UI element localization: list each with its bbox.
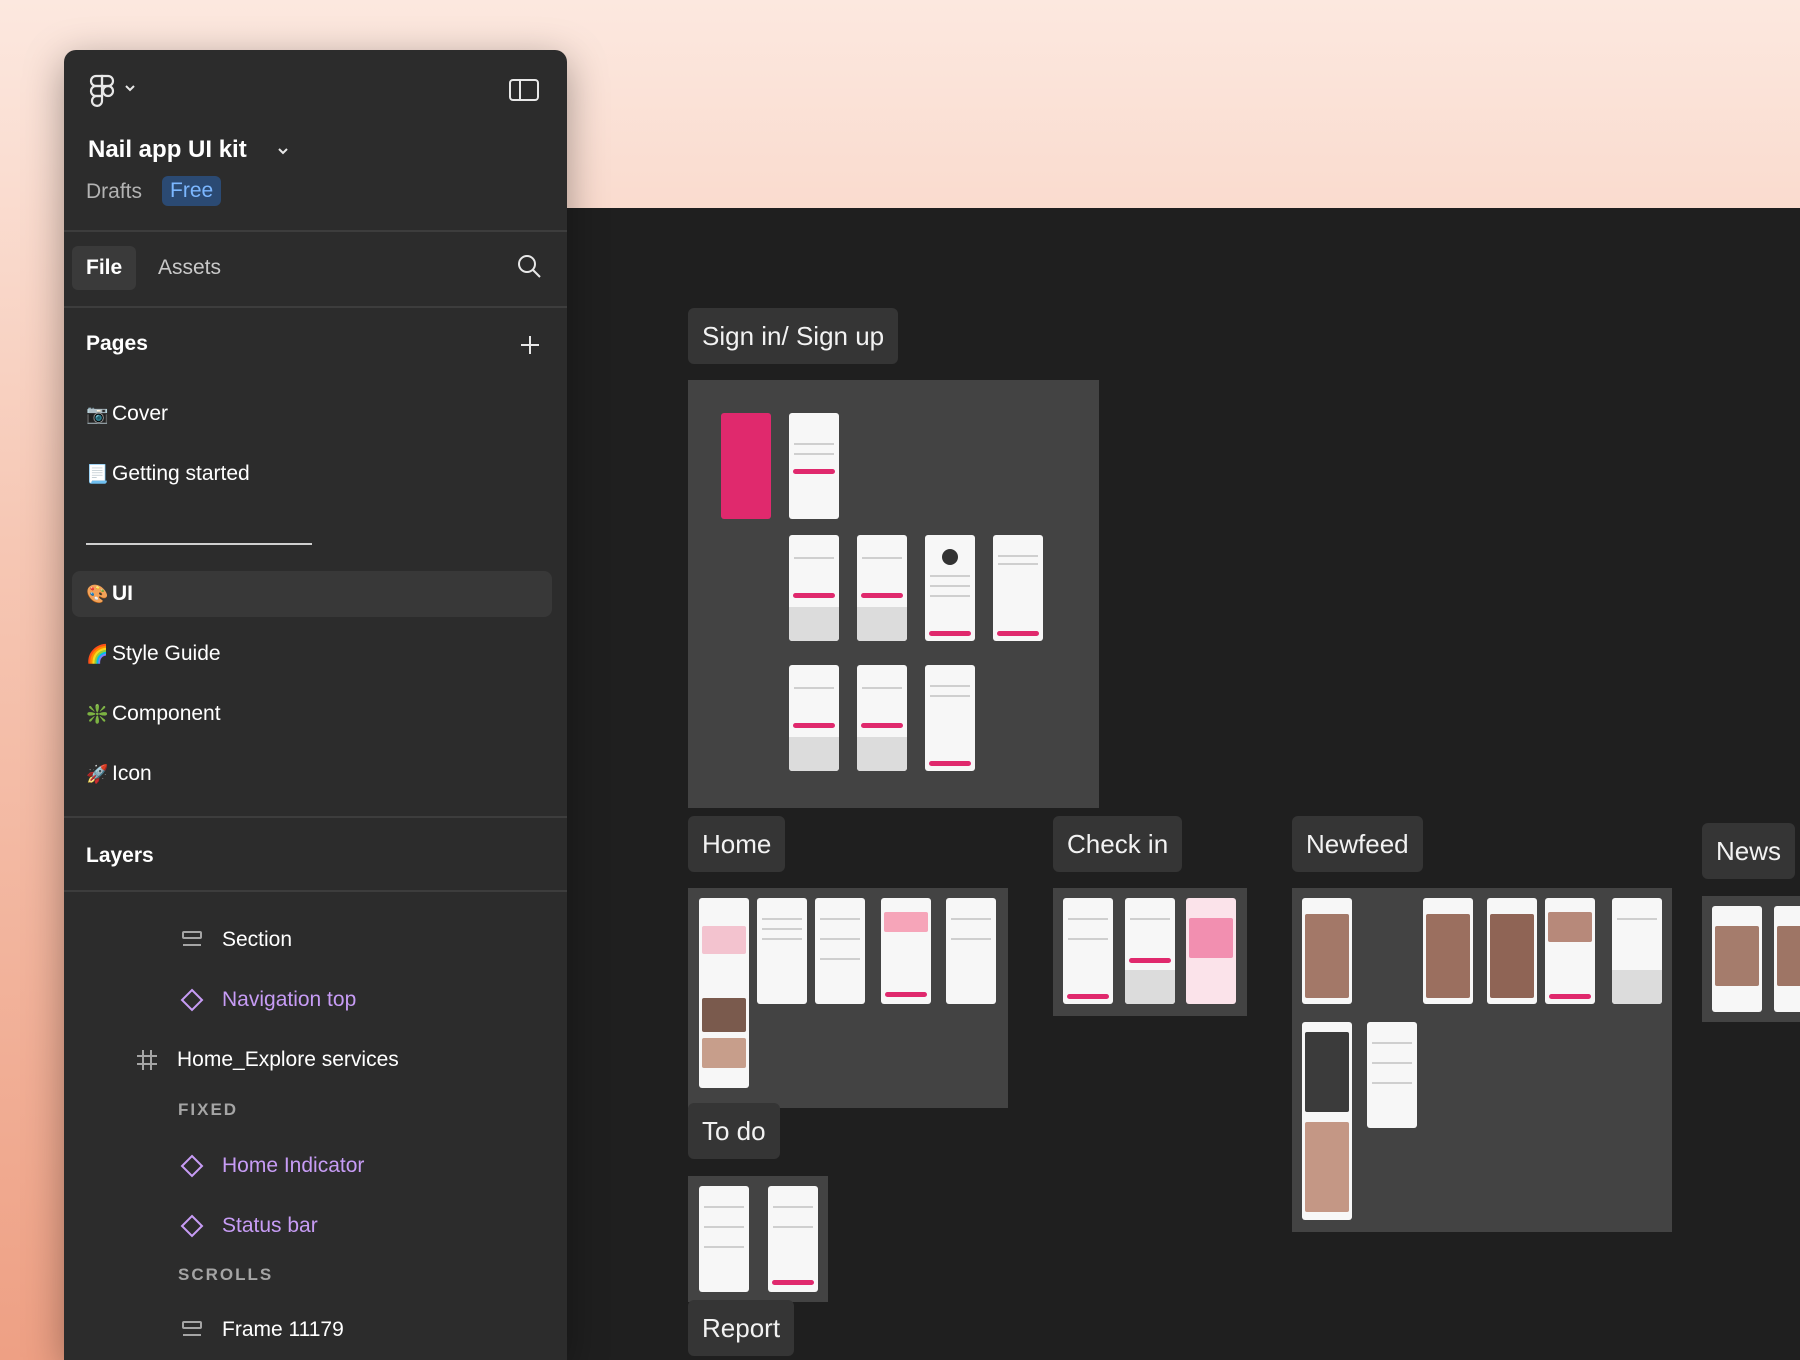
frame-icon — [137, 1050, 157, 1070]
phone-screen[interactable] — [1545, 898, 1595, 1004]
phone-screen[interactable] — [1612, 898, 1662, 1004]
rainbow-icon: 🌈 — [86, 644, 109, 664]
palette-icon: 🎨 — [86, 584, 109, 604]
phone-screen[interactable] — [757, 898, 807, 1004]
layer-group-caption-scrolls: SCROLLS — [178, 1265, 274, 1284]
phone-screen[interactable] — [1125, 898, 1175, 1004]
phone-splash[interactable] — [721, 413, 771, 519]
page-label: Getting started — [112, 462, 250, 485]
phone-screen[interactable] — [857, 665, 907, 771]
page-item-icon[interactable]: 🚀 Icon — [72, 751, 552, 797]
sparkle-icon: ❇️ — [86, 704, 109, 724]
chevron-down-icon[interactable] — [124, 82, 136, 94]
figma-logo-icon[interactable] — [88, 74, 116, 108]
phone-screen[interactable] — [789, 665, 839, 771]
phone-screen[interactable] — [925, 535, 975, 641]
phone-screen[interactable] — [789, 535, 839, 641]
phone-screen[interactable] — [857, 535, 907, 641]
frame-to-do-section[interactable] — [688, 1176, 828, 1302]
page-item-ui[interactable]: 🎨 UI — [72, 571, 552, 617]
design-canvas[interactable]: Sign in/ Sign up Home To do Report Check… — [567, 208, 1800, 1360]
page-label: Icon — [112, 762, 152, 785]
layer-home-explore-services[interactable]: Home_Explore services — [177, 1040, 399, 1080]
section-icon — [182, 1321, 202, 1336]
frame-label-sign-in[interactable]: Sign in/ Sign up — [688, 308, 899, 364]
page-label: UI — [112, 582, 133, 605]
phone-screen[interactable] — [815, 898, 865, 1004]
page-item-getting-started[interactable]: 📃 Getting started — [72, 451, 552, 497]
page-label: Style Guide — [112, 642, 221, 665]
left-panel: Nail app UI kit Drafts Free File Assets … — [64, 50, 567, 1360]
search-icon[interactable] — [516, 253, 542, 279]
layer-section[interactable]: Section — [222, 920, 292, 960]
phone-screen[interactable] — [768, 1186, 818, 1292]
page-separator[interactable] — [86, 543, 312, 545]
divider — [64, 890, 567, 892]
frame-newfeed-section[interactable] — [1292, 888, 1672, 1232]
layer-home-indicator[interactable]: Home Indicator — [222, 1146, 364, 1186]
phone-screen[interactable] — [789, 413, 839, 519]
phone-screen-long[interactable] — [1302, 1022, 1352, 1220]
frame-label-home[interactable]: Home — [688, 816, 786, 872]
component-instance-icon — [180, 1154, 204, 1178]
add-page-icon[interactable] — [518, 333, 542, 357]
layer-status-bar[interactable]: Status bar — [222, 1206, 318, 1246]
layer-frame-11179[interactable]: Frame 11179 — [222, 1310, 344, 1350]
layer-group-caption-fixed: FIXED — [178, 1100, 239, 1119]
component-instance-icon — [180, 1214, 204, 1238]
page-item-cover[interactable]: 📷 Cover — [72, 391, 552, 437]
phone-screen[interactable] — [1063, 898, 1113, 1004]
frame-sign-in-section[interactable] — [688, 380, 1099, 808]
divider — [64, 230, 567, 232]
component-instance-icon — [180, 988, 204, 1012]
plan-badge: Free — [162, 176, 222, 206]
phone-screen[interactable] — [881, 898, 931, 1004]
phone-screen[interactable] — [993, 535, 1043, 641]
phone-screen[interactable] — [1774, 906, 1800, 1012]
phone-screen[interactable] — [1186, 898, 1236, 1004]
document-icon: 📃 — [86, 464, 109, 484]
frame-label-report[interactable]: Report — [688, 1300, 795, 1356]
phone-screen[interactable] — [946, 898, 996, 1004]
layers-heading: Layers — [86, 844, 154, 867]
frame-check-in-section[interactable] — [1053, 888, 1247, 1016]
file-header: Nail app UI kit Drafts Free — [64, 50, 567, 230]
pages-heading: Pages — [86, 332, 148, 355]
camera-icon: 📷 — [86, 404, 109, 424]
tab-assets[interactable]: Assets — [144, 246, 235, 290]
file-location[interactable]: Drafts — [86, 180, 142, 204]
layer-navigation-top[interactable]: Navigation top — [222, 980, 356, 1020]
page-item-style-guide[interactable]: 🌈 Style Guide — [72, 631, 552, 677]
page-label: Cover — [112, 402, 169, 425]
tab-file[interactable]: File — [72, 246, 137, 290]
phone-screen[interactable] — [1302, 898, 1352, 1004]
phone-screen[interactable] — [1487, 898, 1537, 1004]
frame-label-check-in[interactable]: Check in — [1053, 816, 1183, 872]
phone-screen[interactable] — [1712, 906, 1762, 1012]
phone-screen[interactable] — [1423, 898, 1473, 1004]
page-item-component[interactable]: ❇️ Component — [72, 691, 552, 737]
page-label: Component — [112, 702, 221, 725]
frame-label-news[interactable]: News — [1702, 823, 1796, 879]
frame-label-newfeed[interactable]: Newfeed — [1292, 816, 1423, 872]
rocket-icon: 🚀 — [86, 764, 109, 784]
frame-home-section[interactable] — [688, 888, 1008, 1108]
phone-screen-long[interactable] — [699, 898, 749, 1088]
file-title[interactable]: Nail app UI kit — [88, 136, 247, 164]
section-icon — [182, 931, 202, 946]
phone-screen[interactable] — [699, 1186, 749, 1292]
frame-label-to-do[interactable]: To do — [688, 1103, 780, 1159]
phone-screen[interactable] — [1367, 1022, 1417, 1128]
divider — [64, 816, 567, 818]
phone-screen[interactable] — [925, 665, 975, 771]
title-chevron-down-icon[interactable] — [276, 144, 290, 158]
divider — [64, 306, 567, 308]
sidebar-toggle-icon[interactable] — [508, 78, 540, 102]
frame-news-section[interactable] — [1702, 896, 1800, 1022]
